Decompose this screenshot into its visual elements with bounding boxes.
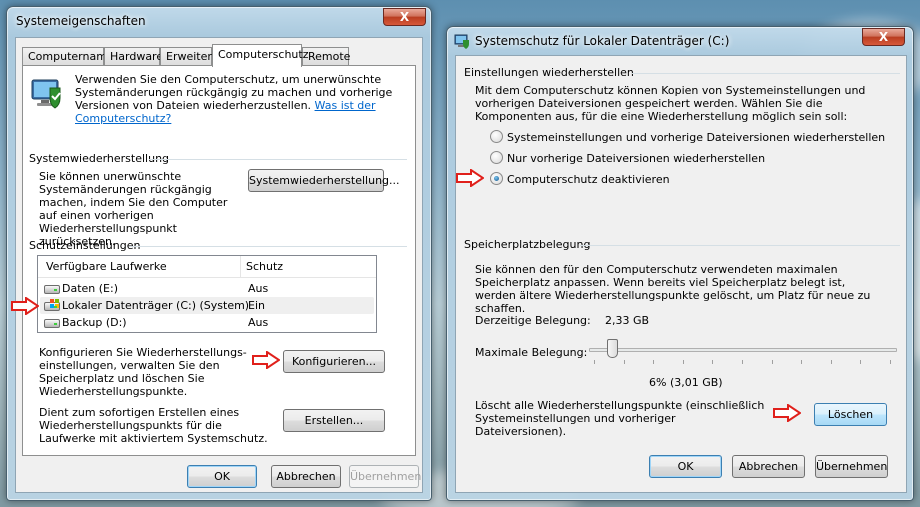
title-bar[interactable]: Systemschutz für Lokaler Datenträger (C:… — [447, 27, 913, 53]
divider — [129, 246, 407, 247]
system-restore-button[interactable]: Systemwiederherstellung... — [248, 169, 400, 192]
slider-tick — [771, 360, 773, 364]
create-button[interactable]: Erstellen... — [283, 409, 385, 432]
system-properties-window: Systemeigenschaften X Computername Hardw… — [6, 6, 432, 501]
configure-button[interactable]: Konfigurieren... — [283, 350, 385, 373]
slider-tick — [712, 360, 714, 364]
annotation-arrow-icon — [252, 351, 280, 369]
drive-name: Daten (E:) — [62, 282, 118, 295]
configure-text: Konfigurieren Sie Wiederherstellungs- ei… — [39, 346, 247, 398]
disk-usage-text: Sie können den für den Computerschutz ve… — [475, 263, 871, 315]
slider-tick — [653, 360, 655, 364]
max-usage-value: 6% (3,01 GB) — [649, 376, 723, 389]
delete-points-text: Löscht alle Wiederherstellungspunkte (ei… — [475, 399, 765, 438]
radio-disable-protection-label[interactable]: Computerschutz deaktivieren — [507, 173, 670, 186]
ok-button[interactable]: OK — [187, 465, 257, 488]
disk-usage-heading: Speicherplatzbelegung — [464, 238, 591, 251]
max-usage-slider[interactable] — [589, 338, 897, 368]
current-usage-label: Derzeitige Belegung: — [475, 314, 591, 327]
radio-files-only-label[interactable]: Nur vorherige Dateiversionen wiederherst… — [507, 152, 765, 165]
drive-name: Backup (D:) — [62, 316, 127, 329]
slider-tick — [623, 360, 625, 364]
slider-tick — [890, 360, 891, 364]
cancel-button[interactable]: Abbrechen — [732, 455, 805, 478]
annotation-arrow-icon — [11, 297, 39, 315]
tab-remote[interactable]: Remote — [302, 47, 350, 66]
drive-row-d[interactable]: Backup (D:) Aus — [40, 314, 374, 331]
title-bar[interactable]: Systemeigenschaften X — [7, 7, 431, 33]
system-protection-window: Systemschutz für Lokaler Datenträger (C:… — [446, 26, 914, 501]
slider-tick — [801, 360, 803, 364]
column-separator — [240, 256, 241, 278]
system-protection-icon — [31, 79, 61, 109]
drive-row-e[interactable]: Daten (E:) Aus — [40, 280, 374, 297]
drive-name: Lokaler Datenträger (C:) (System) — [62, 299, 250, 312]
tab-hardware[interactable]: Hardware — [104, 47, 163, 66]
divider — [580, 245, 900, 246]
slider-track — [589, 348, 897, 352]
slider-thumb[interactable] — [606, 339, 618, 358]
tab-computerschutz[interactable]: Computerschutz — [212, 44, 309, 67]
computerschutz-panel: Verwenden Sie den Computerschutz, um une… — [22, 65, 416, 456]
drives-list[interactable]: Verfügbare Laufwerke Schutz Daten (E:) A… — [37, 255, 377, 333]
hard-drive-icon — [44, 319, 60, 328]
close-button[interactable]: X — [862, 28, 905, 46]
list-header: Verfügbare Laufwerke Schutz — [38, 256, 376, 278]
annotation-arrow-icon — [456, 169, 484, 187]
intro-text: Verwenden Sie den Computerschutz, um une… — [75, 73, 405, 125]
windows-flag-icon — [50, 299, 59, 308]
window-title: Systemeigenschaften — [16, 14, 146, 28]
tab-erweitert[interactable]: Erweitert — [160, 47, 216, 66]
column-drives[interactable]: Verfügbare Laufwerke — [46, 260, 167, 273]
drive-status: Aus — [248, 316, 269, 329]
close-button[interactable]: X — [383, 8, 426, 26]
ok-button[interactable]: OK — [649, 455, 722, 478]
annotation-arrow-icon — [773, 404, 801, 422]
restore-settings-text: Mit dem Computerschutz können Kopien von… — [475, 84, 866, 123]
slider-tick — [860, 360, 862, 364]
window-title: Systemschutz für Lokaler Datenträger (C:… — [475, 34, 730, 48]
restore-settings-heading: Einstellungen wiederherstellen — [464, 66, 634, 79]
delete-button[interactable]: Löschen — [814, 403, 887, 426]
drive-row-c[interactable]: Lokaler Datenträger (C:) (System) Ein — [40, 297, 374, 314]
radio-system-and-files[interactable] — [490, 130, 503, 143]
divider — [632, 73, 900, 74]
slider-tick — [742, 360, 743, 364]
column-protection[interactable]: Schutz — [246, 260, 283, 273]
dialog-client-area: Einstellungen wiederherstellen Mit dem C… — [455, 55, 907, 493]
system-drive-icon — [44, 299, 60, 311]
slider-tick — [594, 360, 595, 364]
drive-status: Ein — [248, 299, 265, 312]
drive-status: Aus — [248, 282, 269, 295]
apply-button[interactable]: Übernehmen — [349, 465, 421, 488]
radio-files-only[interactable] — [490, 151, 503, 164]
hard-drive-icon — [44, 285, 60, 294]
max-usage-label: Maximale Belegung: — [475, 346, 588, 359]
radio-disable-protection[interactable] — [490, 172, 503, 185]
tab-computername[interactable]: Computername — [22, 47, 114, 66]
system-window-icon — [454, 34, 469, 49]
dialog-client-area: Computername Hardware Erweitert Computer… — [15, 37, 423, 493]
create-text: Dient zum sofortigen Erstellen eines Wie… — [39, 406, 268, 445]
cancel-button[interactable]: Abbrechen — [271, 465, 341, 488]
current-usage-value: 2,33 GB — [605, 314, 650, 327]
slider-tick — [682, 360, 684, 364]
apply-button[interactable]: Übernehmen — [815, 455, 888, 478]
system-restore-text: Sie können unerwünschte Systemänderungen… — [39, 170, 228, 248]
radio-system-and-files-label[interactable]: Systemeinstellungen und vorherige Dateiv… — [507, 131, 885, 144]
slider-tick — [830, 360, 832, 364]
divider — [149, 159, 407, 160]
protection-settings-heading: Schutzeinstellungen — [29, 239, 141, 252]
